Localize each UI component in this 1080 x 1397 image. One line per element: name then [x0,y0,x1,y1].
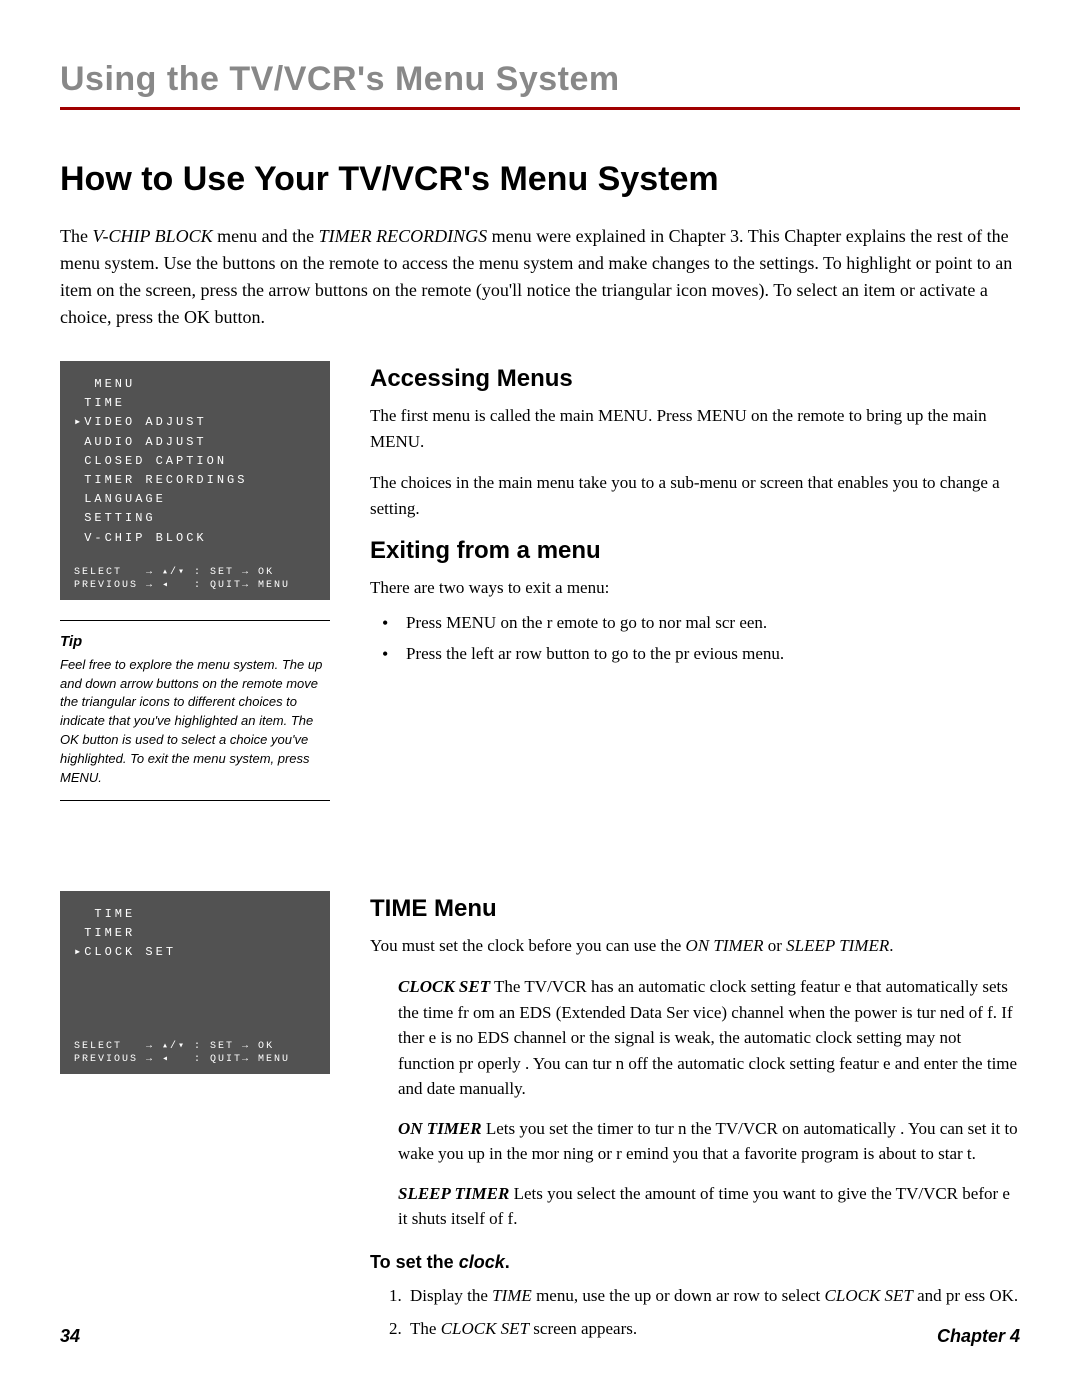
text: or [763,936,786,955]
tip-box: Tip Feel free to explore the menu system… [60,620,330,801]
menu-line: AUDIO ADJUST [74,433,316,452]
body-text: The first menu is called the main MENU. … [370,403,1020,454]
body-text: There are two ways to exit a menu: [370,575,1020,601]
menu-line: LANGUAGE [74,490,316,509]
text-italic: SLEEP TIMER [786,936,889,955]
menu-footer-line: SELECT → ▴/▾ : SET → OK [74,566,316,579]
menu-line: TIME [74,905,316,924]
heading-exiting-menu: Exiting from a menu [370,537,1020,565]
page-number: 34 [60,1326,80,1347]
text-italic: TIME [492,1286,532,1305]
menu-line: TIMER RECORDINGS [74,471,316,490]
page-title: How to Use Your TV/VCR's Menu System [60,160,1020,199]
tip-text: Feel free to explore the menu system. Th… [60,656,330,788]
def-label: ON TIMER [398,1119,482,1138]
text: . [505,1252,510,1272]
text-italic: clock [459,1252,505,1272]
body-text: You must set the clock before you can us… [370,933,1020,959]
text: You must set the clock before you can us… [370,936,686,955]
heading-accessing-menus: Accessing Menus [370,365,1020,393]
text-italic: TIMER RECORDINGS [319,226,487,246]
page-footer: 34 Chapter 4 [60,1326,1020,1347]
chapter-title: Using the TV/VCR's Menu System [60,60,1020,110]
menu-line: SETTING [74,509,316,528]
menu-line: TIME [74,394,316,413]
text: To set the [370,1252,459,1272]
bullet-list: Press MENU on the r emote to go to nor m… [370,609,1020,667]
text: menu and the [213,226,319,246]
def-label: SLEEP TIMER [398,1184,509,1203]
definition-clockset: CLOCK SET The TV/VCR has an automatic cl… [370,974,1020,1102]
text-italic: ON TIMER [686,936,764,955]
definition-sleeptimer: SLEEP TIMER Lets you select the amount o… [370,1181,1020,1232]
def-text: The TV/VCR has an automatic clock settin… [398,977,1017,1098]
menu-screenshot-time: TIME TIMER ▸CLOCK SET SELECT → ▴/▾ : SET… [60,891,330,1075]
intro-paragraph: The V-CHIP BLOCK menu and the TIMER RECO… [60,223,1020,331]
tip-label: Tip [60,633,330,650]
text: . [889,936,893,955]
text: Display the [410,1286,492,1305]
menu-line: ▸VIDEO ADJUST [74,413,316,432]
text-italic: V-CHIP BLOCK [92,226,212,246]
body-text: The choices in the main menu take you to… [370,470,1020,521]
menu-screenshot-main: MENU TIME ▸VIDEO ADJUST AUDIO ADJUST CLO… [60,361,330,600]
heading-set-clock: To set the clock. [370,1252,1020,1273]
menu-footer-line: PREVIOUS → ◂ : QUIT→ MENU [74,1053,316,1066]
text: The [60,226,92,246]
menu-line: MENU [74,375,316,394]
list-item: Press the left ar row button to go to th… [370,640,1020,667]
menu-line: ▸CLOCK SET [74,943,316,962]
menu-line: CLOSED CAPTION [74,452,316,471]
text: and pr ess OK. [913,1286,1018,1305]
def-label: CLOCK SET [398,977,490,996]
list-item: Display the TIME menu, use the up or dow… [406,1283,1020,1309]
menu-footer-line: PREVIOUS → ◂ : QUIT→ MENU [74,579,316,592]
definition-ontimer: ON TIMER Lets you set the timer to tur n… [370,1116,1020,1167]
text-italic: CLOCK SET [825,1286,913,1305]
text: menu, use the up or down ar row to selec… [532,1286,825,1305]
def-text: Lets you set the timer to tur n the TV/V… [398,1119,1018,1164]
menu-line: TIMER [74,924,316,943]
menu-line: V-CHIP BLOCK [74,529,316,548]
menu-footer-line: SELECT → ▴/▾ : SET → OK [74,1040,316,1053]
chapter-label: Chapter 4 [937,1326,1020,1347]
list-item: Press MENU on the r emote to go to nor m… [370,609,1020,636]
heading-time-menu: TIME Menu [370,895,1020,923]
